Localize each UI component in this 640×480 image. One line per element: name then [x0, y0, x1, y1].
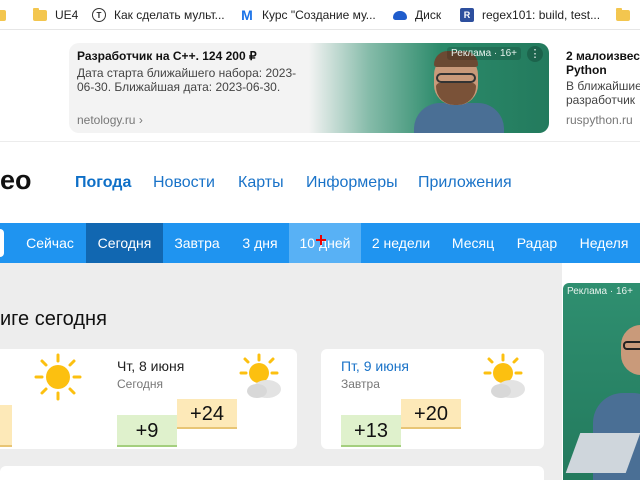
- bookmark-label: Как сделать мульт...: [114, 8, 225, 22]
- nav-apps[interactable]: Приложения: [418, 174, 512, 192]
- cloud-disk-icon: [393, 8, 407, 22]
- ad-banner[interactable]: Реклама · 16+ ⋮ Разработчик на C++. 124 …: [69, 43, 549, 133]
- partly-cloudy-icon: [239, 353, 281, 398]
- tab-week[interactable]: Неделя: [569, 223, 639, 263]
- tab-2-weeks[interactable]: 2 недели: [361, 223, 441, 263]
- site-header: ео Погода Новости Карты Информеры Прилож…: [0, 143, 640, 223]
- side-ad[interactable]: Реклама · 16+: [563, 283, 640, 480]
- card-date: Чт, 8 июня: [117, 358, 185, 374]
- bookmark-label: Курс "Создание му...: [262, 8, 376, 22]
- bookmark-folder[interactable]: [0, 5, 14, 25]
- tab-now[interactable]: Сейчас: [16, 223, 84, 263]
- ads-row: Реклама · 16+ ⋮ Разработчик на C++. 124 …: [0, 31, 640, 142]
- card-subtitle: Завтра: [341, 377, 380, 391]
- tab-month[interactable]: Месяц: [441, 223, 505, 263]
- tab-tomorrow[interactable]: Завтра: [163, 223, 231, 263]
- tab-radar[interactable]: Радар: [505, 223, 569, 263]
- ad-title: Разработчик на C++. 124 200 ₽: [77, 49, 257, 63]
- bookmark-course[interactable]: M Курс "Создание му...: [240, 5, 376, 25]
- ad-source-link[interactable]: ruspython.ru: [566, 113, 633, 127]
- nav-informers[interactable]: Информеры: [306, 174, 398, 192]
- search-input[interactable]: [0, 229, 4, 257]
- bookmark-label: regex101: build, test...: [482, 8, 601, 22]
- site-logo[interactable]: ео: [0, 165, 32, 196]
- forecast-card-today[interactable]: Чт, 8 июня Сегодня +9 +24: [97, 349, 297, 449]
- nav-news[interactable]: Новости: [153, 174, 215, 192]
- tab-today[interactable]: Сегодня: [86, 223, 163, 263]
- hourly-card: [0, 466, 544, 480]
- folder-icon: [0, 8, 6, 22]
- section-title: иге сегодня: [0, 308, 107, 330]
- gmail-icon: M: [241, 7, 253, 23]
- card-subtitle: Сегодня: [117, 377, 163, 391]
- sun-icon: [34, 353, 82, 401]
- partly-cloudy-icon: [483, 353, 525, 398]
- mouse-cursor: [316, 235, 326, 245]
- ad-description: В ближайшие разработчик: [566, 79, 640, 107]
- bookmark-regex[interactable]: R regex101: build, test...: [460, 5, 600, 25]
- ad-menu-icon[interactable]: ⋮: [527, 46, 543, 62]
- folder-icon: [33, 7, 47, 22]
- temp-day: +24: [177, 399, 237, 429]
- forecast-card-tomorrow[interactable]: Пт, 9 июня Завтра +13 +20: [321, 349, 544, 449]
- temperature-bar: [0, 405, 12, 447]
- bookmark-folder-2[interactable]: [616, 5, 638, 25]
- forecast-main: иге сегодня Чт, 8 июня Сегодня +9 +24 Пт…: [0, 263, 562, 480]
- ad-source-link[interactable]: netology.ru ›: [77, 113, 143, 127]
- bookmark-ue4[interactable]: UE4: [33, 5, 78, 25]
- ad-person-image: [414, 51, 504, 133]
- ad-label: Реклама · 16+: [567, 286, 633, 297]
- ad-title: 2 малоизвес с Python: [566, 49, 640, 77]
- nav-weather[interactable]: Погода: [75, 174, 131, 192]
- tab-icon: T: [92, 8, 106, 22]
- card-date: Пт, 9 июня: [341, 358, 410, 374]
- temp-day: +20: [401, 399, 461, 429]
- bookmarks-bar: UE4 T Как сделать мульт... M Курс "Созда…: [0, 0, 640, 30]
- bookmark-label: Диск: [415, 8, 442, 22]
- regex-icon: R: [460, 8, 474, 22]
- bookmark-disk[interactable]: Диск: [393, 5, 441, 25]
- temp-night: +13: [341, 415, 401, 447]
- temp-night: +9: [117, 415, 177, 447]
- folder-icon: [616, 7, 630, 22]
- bookmark-label: UE4: [55, 8, 79, 22]
- tab-3-days[interactable]: 3 дня: [231, 223, 289, 263]
- bookmark-cartoon[interactable]: T Как сделать мульт...: [92, 5, 225, 25]
- ad-label: Реклама · 16+: [447, 47, 521, 60]
- nav-maps[interactable]: Карты: [238, 174, 284, 192]
- ad-description: Дата старта ближайшего набора: 2023-06-3…: [77, 66, 297, 94]
- ad-banner-2[interactable]: 2 малоизвес с Python В ближайшие разрабо…: [566, 43, 640, 133]
